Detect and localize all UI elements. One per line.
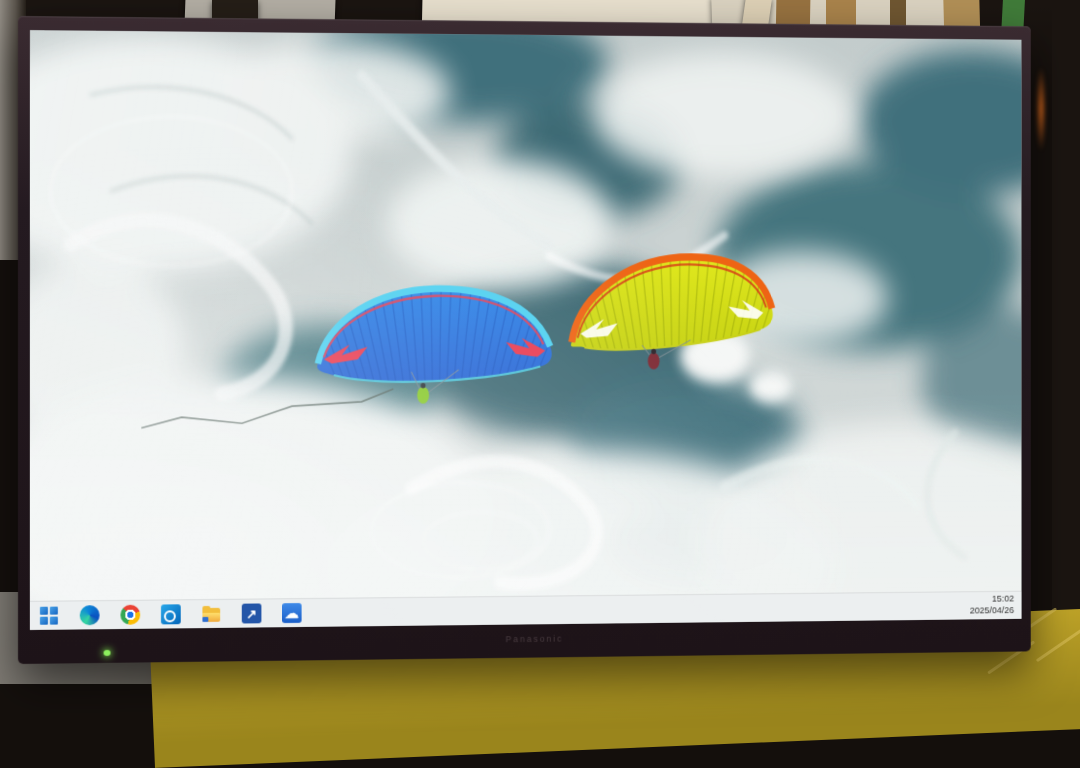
pilot-blue xyxy=(417,387,429,404)
start-button[interactable] xyxy=(39,606,59,626)
outlook-button[interactable] xyxy=(161,604,181,624)
cloud-app-button[interactable]: ☁ xyxy=(282,603,302,623)
diagonal-arrow-app-icon: ↗ xyxy=(242,603,262,623)
monitor-bezel: ↗ ☁ 15:02 2025/04/26 Panasonic xyxy=(18,16,1031,664)
monitor-brand-label: Panasonic xyxy=(506,634,564,645)
pilot-yellow xyxy=(648,353,660,370)
outlook-o-ring xyxy=(164,610,176,622)
file-explorer-button[interactable] xyxy=(201,604,221,624)
cloud-storage-app-icon: ☁ xyxy=(282,603,302,623)
power-led xyxy=(104,650,111,656)
clock-date: 2025/04/26 xyxy=(970,605,1014,617)
taskbar-clock[interactable]: 15:02 2025/04/26 xyxy=(970,593,1022,617)
monitor-wrap: ↗ ☁ 15:02 2025/04/26 Panasonic xyxy=(18,16,1070,664)
folder-icon xyxy=(202,617,208,622)
wallpaper-frozen-lake xyxy=(30,30,1021,630)
windows-start-icon xyxy=(40,607,58,625)
photo-scene: ↗ ☁ 15:02 2025/04/26 Panasonic xyxy=(0,0,1080,684)
desktop-screen: ↗ ☁ 15:02 2025/04/26 xyxy=(30,30,1021,630)
chrome-button[interactable] xyxy=(120,605,140,625)
arrow-app-button[interactable]: ↗ xyxy=(242,603,262,623)
edge-browser-icon xyxy=(80,605,100,625)
taskbar-icon-group: ↗ ☁ xyxy=(30,603,302,626)
chrome-browser-icon xyxy=(120,605,140,625)
edge-button[interactable] xyxy=(80,605,100,625)
clock-time: 15:02 xyxy=(970,593,1014,605)
